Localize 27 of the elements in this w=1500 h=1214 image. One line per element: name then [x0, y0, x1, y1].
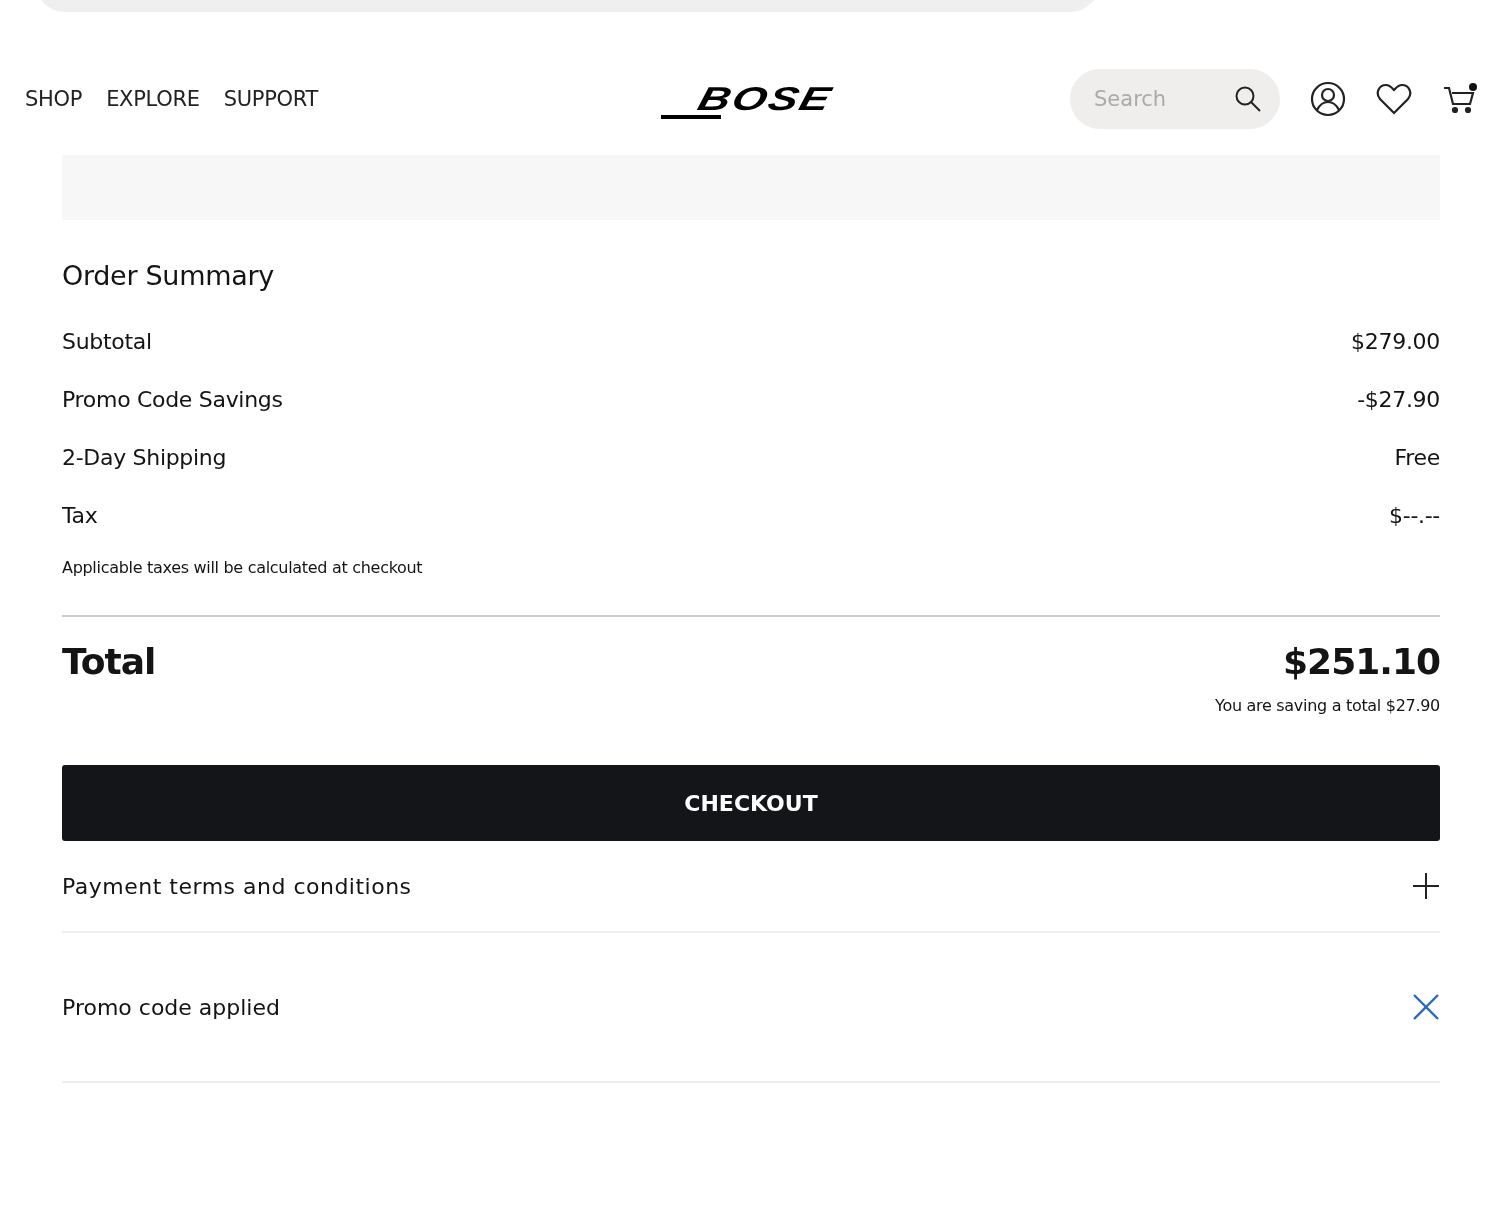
checkout-button[interactable]: CHECKOUT: [62, 765, 1440, 841]
nav-link[interactable]: SUPPORT: [223, 87, 319, 111]
summary-value: -$27.90: [1357, 387, 1440, 412]
summary-value: $279.00: [1351, 329, 1440, 354]
close-icon[interactable]: [1412, 993, 1440, 1021]
summary-value: Free: [1394, 445, 1440, 470]
heart-icon[interactable]: [1376, 83, 1412, 115]
accordion-title[interactable]: Payment terms and conditions: [62, 873, 412, 899]
summary-label: Promo Code Savings: [62, 387, 283, 412]
section-title: Order Summary: [62, 260, 275, 291]
summary-label: 2-Day Shipping: [62, 445, 227, 470]
total-value: $251.10: [1283, 641, 1440, 682]
savings-note: You are saving a total $27.90: [1215, 696, 1440, 715]
search-field[interactable]: Search: [1070, 69, 1280, 129]
total-label: Total: [62, 641, 156, 682]
summary-label: Subtotal: [62, 329, 152, 354]
summary-label: Tax: [62, 503, 98, 528]
cart-icon[interactable]: [1442, 82, 1478, 116]
plus-icon[interactable]: [1412, 872, 1440, 900]
search-icon[interactable]: [1234, 85, 1262, 113]
logo[interactable]: BOSE: [661, 77, 832, 121]
nav-link[interactable]: SHOP: [25, 87, 83, 111]
promo-label: Promo code applied: [62, 994, 280, 1020]
nav-link[interactable]: EXPLORE: [106, 87, 200, 111]
summary-value: $--.--: [1389, 503, 1440, 528]
account-icon[interactable]: [1310, 81, 1346, 117]
tax-note: Applicable taxes will be calculated at checkout: [62, 558, 424, 577]
